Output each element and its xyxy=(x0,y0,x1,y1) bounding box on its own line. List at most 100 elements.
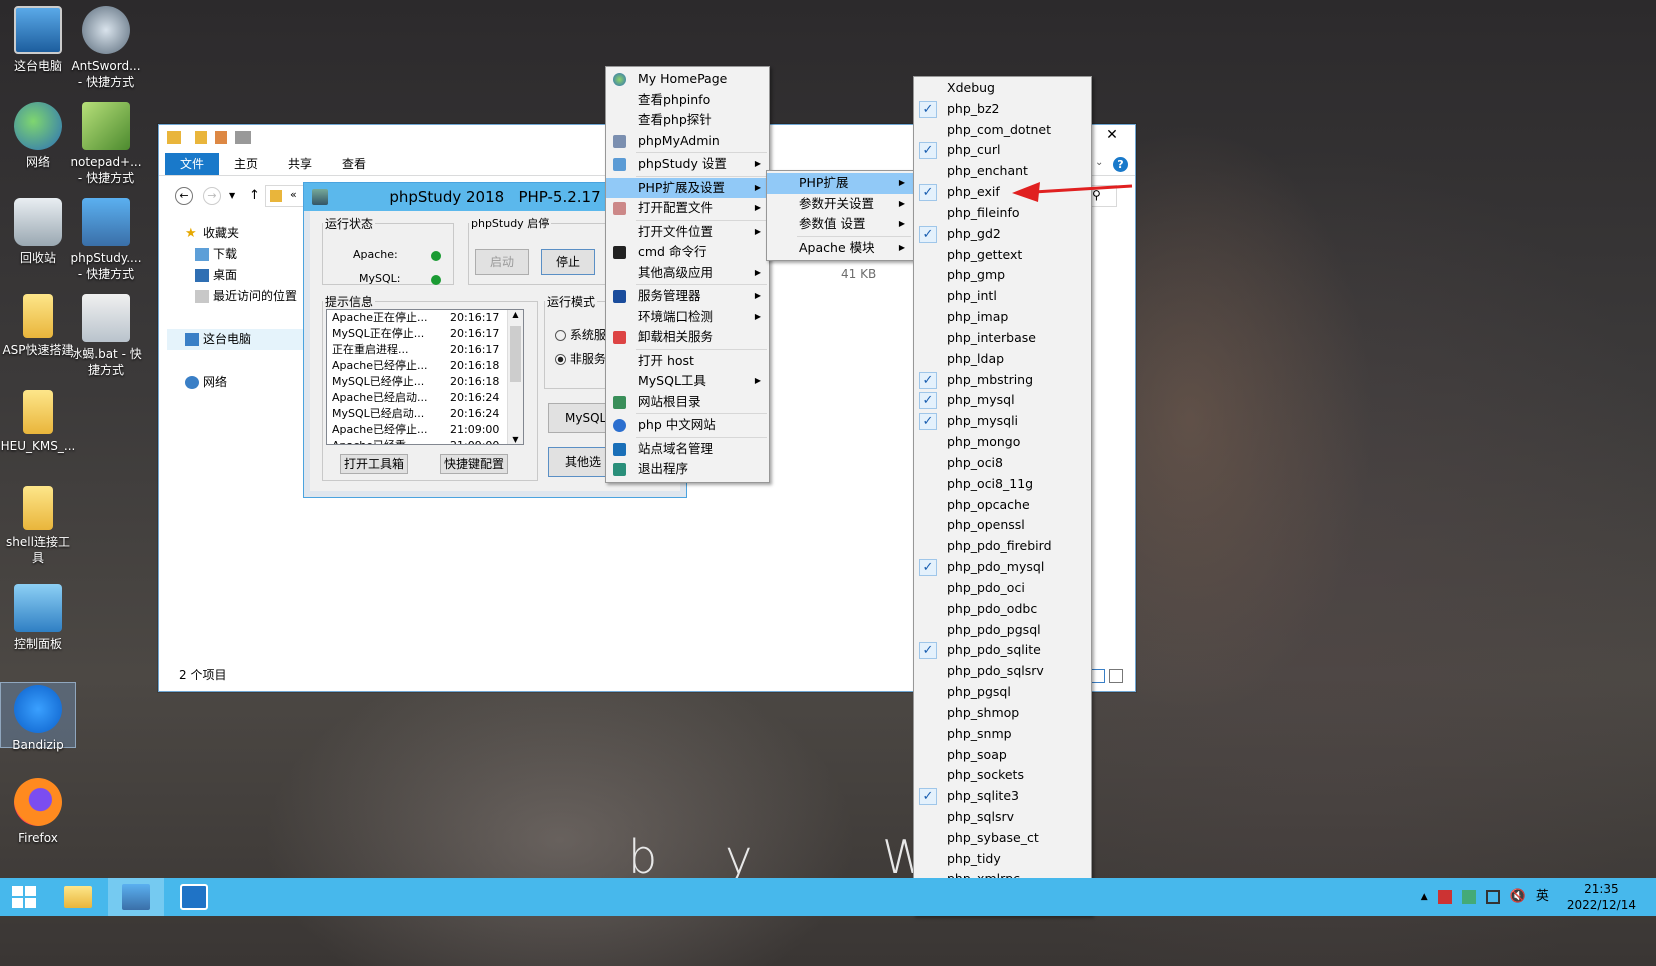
start-button[interactable]: 启动 xyxy=(475,249,529,275)
extension-menu-item[interactable]: php_pdo_oci xyxy=(914,578,1091,599)
log-row[interactable]: Apache已经启动... 20:16:24 xyxy=(327,390,523,406)
log-row[interactable]: Apache已经停止... 20:16:18 xyxy=(327,358,523,374)
tab-file[interactable]: 文件 xyxy=(165,153,220,175)
extension-menu-item[interactable]: ✓ php_mbstring xyxy=(914,370,1091,391)
desktop-shortcut[interactable]: 回收站 xyxy=(0,198,76,266)
extension-menu-item[interactable]: php_mongo xyxy=(914,432,1091,453)
extension-menu-item[interactable]: php_com_dotnet xyxy=(914,120,1091,141)
menu-item[interactable]: 查看php探针 xyxy=(606,110,769,131)
menu-item[interactable]: MySQL工具 ▶ xyxy=(606,371,769,392)
extension-menu-item[interactable]: php_tidy xyxy=(914,849,1091,870)
volume-muted-icon[interactable]: 🔇 xyxy=(1510,889,1526,905)
desktop-shortcut[interactable]: 这台电脑 xyxy=(0,6,76,74)
mysql-manager-button[interactable]: MySQL管 xyxy=(548,403,612,433)
log-row[interactable]: 正在重启进程... 20:16:17 xyxy=(327,342,523,358)
extension-menu-item[interactable]: php_intl xyxy=(914,286,1091,307)
menu-item[interactable]: 站点域名管理 xyxy=(606,439,769,460)
menu-item[interactable]: phpMyAdmin xyxy=(606,131,769,152)
address-bar[interactable]: « xyxy=(265,185,305,207)
ime-indicator[interactable]: 英 xyxy=(1536,889,1549,905)
scroll-down-icon[interactable]: ▼ xyxy=(508,435,523,444)
security-flag-icon[interactable] xyxy=(1437,890,1452,904)
nav-favorites[interactable]: ★ 收藏夹 xyxy=(175,223,305,244)
forward-button[interactable]: → xyxy=(203,187,221,205)
help-icon[interactable]: ? xyxy=(1113,157,1128,172)
desktop-shortcut[interactable]: AntSword... - 快捷方式 xyxy=(68,6,144,90)
menu-item[interactable]: 参数值 设置 ▶ xyxy=(767,214,913,235)
extension-menu-item[interactable]: php_snmp xyxy=(914,724,1091,745)
nav-network[interactable]: 网络 xyxy=(175,372,305,393)
menu-item[interactable]: 环境端口检测 ▶ xyxy=(606,307,769,328)
nav-downloads[interactable]: 下载 xyxy=(175,244,305,265)
desktop-shortcut[interactable]: 冰蝎.bat - 快 捷方式 xyxy=(68,294,144,378)
menu-item[interactable]: php 中文网站 xyxy=(606,415,769,436)
extension-menu-item[interactable]: php_ldap xyxy=(914,349,1091,370)
recent-locations-chevron-icon[interactable]: ▼ xyxy=(229,191,235,200)
start-button[interactable] xyxy=(0,878,56,916)
extension-menu-item[interactable]: ✓ php_pdo_mysql xyxy=(914,557,1091,578)
menu-item[interactable]: 网站根目录 xyxy=(606,392,769,413)
menu-item[interactable]: cmd 命令行 xyxy=(606,242,769,263)
extension-menu-item[interactable]: php_openssl xyxy=(914,515,1091,536)
log-list[interactable]: Apache正在停止... 20:16:17 MySQL正在停止... 20:16:1… xyxy=(326,309,524,445)
extension-menu-item[interactable]: ✓ php_sqlite3 xyxy=(914,786,1091,807)
stop-button[interactable]: 停止 xyxy=(541,249,595,275)
show-hidden-icons-icon[interactable]: ▲ xyxy=(1421,889,1428,905)
menu-item[interactable]: 打开配置文件 ▶ xyxy=(606,198,769,219)
desktop-shortcut[interactable]: shell连接工 具 xyxy=(0,486,76,566)
close-button[interactable]: ✕ xyxy=(1089,125,1135,145)
extension-menu-item[interactable]: php_fileinfo xyxy=(914,203,1091,224)
extension-menu-item[interactable]: php_pgsql xyxy=(914,682,1091,703)
extension-menu-item[interactable]: php_oci8 xyxy=(914,453,1091,474)
extension-menu-item[interactable]: php_shmop xyxy=(914,703,1091,724)
menu-item[interactable]: My HomePage xyxy=(606,69,769,90)
menu-item[interactable]: 打开文件位置 ▶ xyxy=(606,222,769,243)
log-row[interactable]: Apache正在停止... 20:16:17 xyxy=(327,310,523,326)
desktop-shortcut[interactable]: notepad+... - 快捷方式 xyxy=(68,102,144,186)
ribbon-collapse-chevron-icon[interactable]: ⌄ xyxy=(1095,157,1103,168)
details-view-icon[interactable] xyxy=(1091,669,1105,683)
log-scrollbar[interactable]: ▲ ▼ xyxy=(507,310,523,444)
extension-menu-item[interactable]: ✓ php_mysqli xyxy=(914,411,1091,432)
log-row[interactable]: MySQL已经启动... 20:16:24 xyxy=(327,406,523,422)
up-button[interactable]: ↑ xyxy=(249,188,260,203)
extension-menu-item[interactable]: php_interbase xyxy=(914,328,1091,349)
extension-menu-item[interactable]: php_pdo_firebird xyxy=(914,536,1091,557)
tab-share[interactable]: 共享 xyxy=(273,153,327,175)
extension-menu-item[interactable]: ✓ php_mysql xyxy=(914,390,1091,411)
tab-view[interactable]: 查看 xyxy=(327,153,381,175)
extension-menu-item[interactable]: ✓ php_gd2 xyxy=(914,224,1091,245)
mode-system-radio[interactable]: 系统服 xyxy=(555,326,606,343)
menu-item[interactable]: 参数开关设置 ▶ xyxy=(767,194,913,215)
quick-access-toolbar[interactable] xyxy=(195,131,251,144)
nav-this-pc[interactable]: 这台电脑 xyxy=(167,329,305,350)
mode-nonservice-radio[interactable]: 非服务 xyxy=(555,350,606,367)
log-row[interactable]: Apache已经重...21:09:00 xyxy=(327,438,523,444)
nav-desktop[interactable]: 桌面 xyxy=(175,265,305,286)
extension-menu-item[interactable]: php_sqlsrv xyxy=(914,807,1091,828)
menu-item[interactable]: 其他高级应用 ▶ xyxy=(606,263,769,284)
extension-menu-item[interactable]: php_opcache xyxy=(914,495,1091,516)
back-button[interactable]: ← xyxy=(175,187,193,205)
extension-menu-item[interactable]: php_gettext xyxy=(914,245,1091,266)
scroll-up-icon[interactable]: ▲ xyxy=(508,310,523,319)
clock[interactable]: 21:35 2022/12/14 xyxy=(1567,881,1636,913)
quick-config-button[interactable]: 快捷键配置 xyxy=(440,454,508,474)
menu-item[interactable]: 卸载相关服务 xyxy=(606,327,769,348)
desktop-shortcut[interactable]: 网络 xyxy=(0,102,76,170)
extension-menu-item[interactable]: php_pdo_pgsql xyxy=(914,620,1091,641)
desktop-shortcut[interactable]: 控制面板 xyxy=(0,584,76,652)
desktop-shortcut[interactable]: phpStudy.... - 快捷方式 xyxy=(68,198,144,282)
extension-menu-item[interactable]: php_pdo_sqlsrv xyxy=(914,661,1091,682)
taskbar-phpstudy[interactable] xyxy=(108,878,164,916)
tab-home[interactable]: 主页 xyxy=(219,153,273,175)
log-row[interactable]: MySQL正在停止... 20:16:17 xyxy=(327,326,523,342)
taskbar-app[interactable] xyxy=(166,878,222,916)
open-toolbox-button[interactable]: 打开工具箱 xyxy=(340,454,408,474)
taskbar-file-explorer[interactable] xyxy=(50,878,106,916)
menu-item[interactable]: Apache 模块 ▶ xyxy=(767,238,913,259)
nav-recent[interactable]: 最近访问的位置 xyxy=(175,286,305,307)
log-row[interactable]: Apache已经停止... 21:09:00 xyxy=(327,422,523,438)
extension-menu-item[interactable]: php_gmp xyxy=(914,265,1091,286)
extension-menu-item[interactable]: ✓ php_curl xyxy=(914,140,1091,161)
